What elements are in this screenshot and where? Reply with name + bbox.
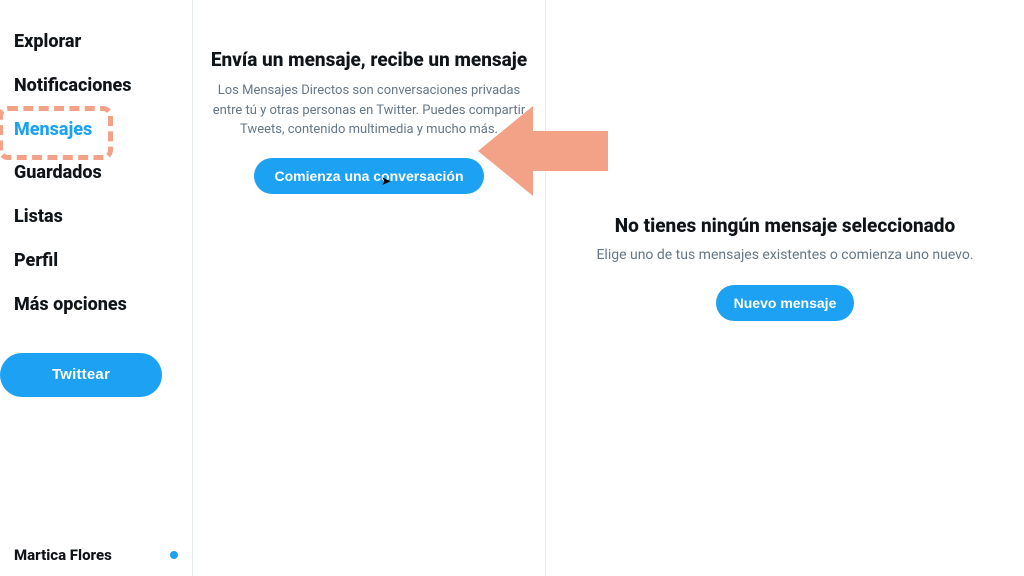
highlight-mensajes: Mensajes — [0, 108, 192, 152]
tweet-button[interactable]: Twittear — [0, 353, 162, 397]
start-conversation-button[interactable]: Comienza una conversación — [254, 158, 483, 194]
sidebar-item-guardados[interactable]: Guardados — [0, 151, 192, 195]
sidebar-item-notificaciones[interactable]: Notificaciones — [0, 64, 192, 108]
app-root: Explorar Notificaciones Mensajes Guardad… — [0, 0, 1024, 576]
empty-inbox-description: Los Mensajes Directos son conversaciones… — [209, 81, 529, 140]
new-message-button[interactable]: Nuevo mensaje — [716, 285, 855, 321]
user-name: Martica Flores — [14, 546, 112, 564]
sidebar-item-explorar[interactable]: Explorar — [0, 20, 192, 64]
conversation-panel: No tienes ningún mensaje seleccionado El… — [546, 0, 1024, 576]
sidebar-item-listas[interactable]: Listas — [0, 195, 192, 239]
no-selection-title: No tienes ningún mensaje seleccionado — [615, 214, 955, 237]
sidebar-item-perfil[interactable]: Perfil — [0, 239, 192, 283]
status-dot-icon — [170, 551, 178, 559]
spacer — [0, 397, 192, 536]
empty-inbox-card: Envía un mensaje, recibe un mensaje Los … — [203, 48, 535, 194]
sidebar-item-mensajes[interactable]: Mensajes — [0, 108, 192, 152]
empty-inbox-title: Envía un mensaje, recibe un mensaje — [209, 48, 529, 71]
sidebar-item-mas-opciones[interactable]: Más opciones — [0, 283, 192, 327]
sidebar: Explorar Notificaciones Mensajes Guardad… — [0, 0, 192, 576]
messages-column: Envía un mensaje, recibe un mensaje Los … — [193, 0, 545, 576]
no-selection-description: Elige uno de tus mensajes existentes o c… — [596, 247, 973, 263]
nav-list: Explorar Notificaciones Mensajes Guardad… — [0, 20, 192, 327]
user-row[interactable]: Martica Flores — [0, 536, 192, 576]
